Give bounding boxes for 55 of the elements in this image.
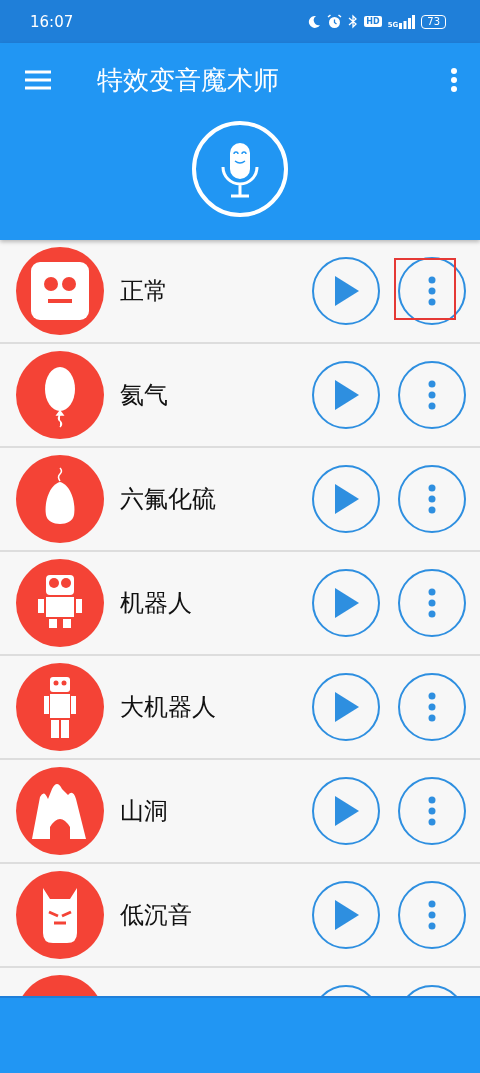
more-icon [450,68,458,92]
more-options-button[interactable] [450,68,458,92]
effect-name: 氦气 [120,380,169,411]
moon-icon [307,14,322,29]
more-icon [428,380,436,410]
effect-icon [16,663,104,751]
effect-name: 山洞 [120,796,169,827]
effect-icon [16,351,104,439]
bluetooth-icon [348,14,359,29]
clock-time: 16:07 [30,12,75,31]
play-button[interactable] [312,569,380,637]
effect-name: 六氟化硫 [120,484,217,515]
options-button[interactable] [398,673,466,741]
play-icon [333,588,359,618]
options-button[interactable] [398,465,466,533]
play-button[interactable] [312,257,380,325]
play-icon [333,796,359,826]
signal-icon [399,14,416,29]
record-button[interactable] [191,120,289,218]
more-icon [428,692,436,722]
play-icon [333,484,359,514]
play-icon [333,692,359,722]
more-icon [428,588,436,618]
options-button[interactable] [398,881,466,949]
more-icon [428,276,436,306]
alarm-icon [327,14,343,29]
microphone-icon [191,120,289,218]
more-icon [428,484,436,514]
effect-icon [16,871,104,959]
play-button[interactable] [312,881,380,949]
effect-name: 低沉音 [120,900,193,931]
play-icon [333,900,359,930]
effect-icon [16,455,104,543]
battery-level: 73 [421,14,446,29]
play-button[interactable] [312,673,380,741]
more-icon [428,900,436,930]
menu-icon [25,70,51,90]
play-icon [333,380,359,410]
effect-icon [16,559,104,647]
effect-name: 机器人 [120,588,193,619]
effect-name: 大机器人 [120,692,217,723]
options-button[interactable] [398,777,466,845]
play-icon [333,276,359,306]
options-button[interactable] [398,569,466,637]
effect-icon [16,767,104,855]
effect-icon [16,247,104,335]
play-button[interactable] [312,361,380,429]
hd-badge: HD [364,16,382,27]
play-button[interactable] [312,465,380,533]
more-icon [428,796,436,826]
play-button[interactable] [312,777,380,845]
options-button[interactable] [398,361,466,429]
app-title: 特效变音魔术师 [97,63,280,97]
menu-button[interactable] [25,70,51,90]
effect-name: 正常 [120,276,169,307]
